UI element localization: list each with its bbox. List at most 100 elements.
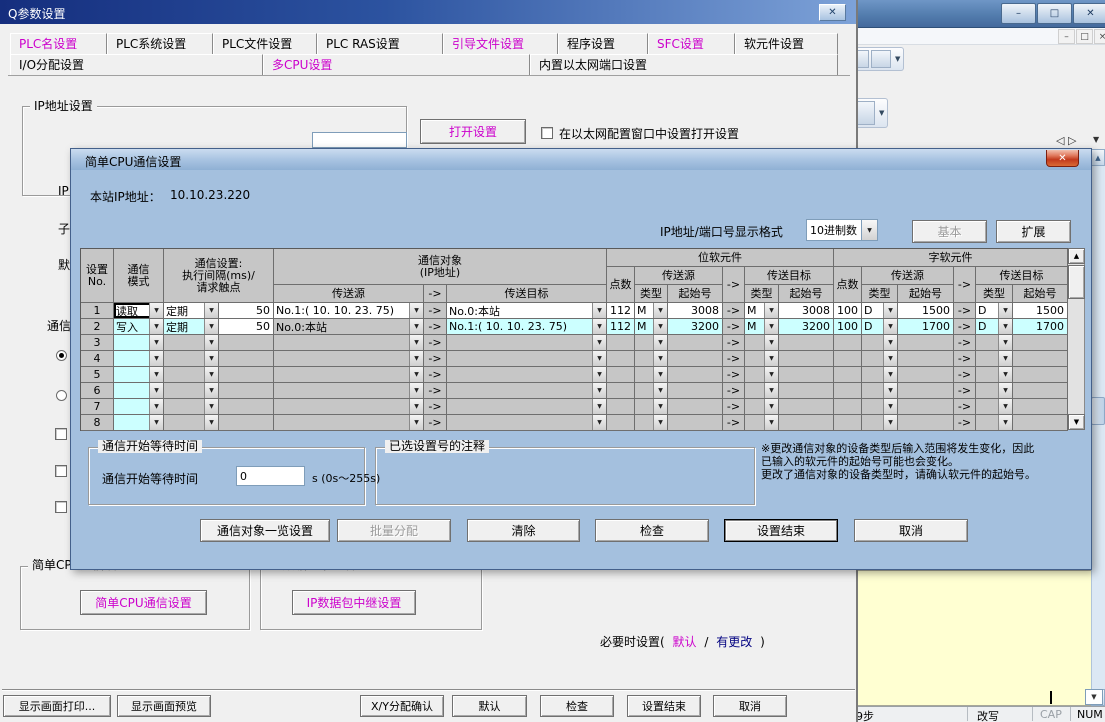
scrollbar-up-button[interactable]: ▲ bbox=[1091, 149, 1105, 166]
destination-select[interactable]: ▼ bbox=[447, 415, 607, 431]
display-format-select[interactable]: 10进制数 ▼ bbox=[806, 219, 878, 241]
tab-multi-cpu[interactable]: 多CPU设置 bbox=[263, 54, 530, 75]
destination-select[interactable]: ▼ bbox=[447, 383, 607, 399]
word-src-type-select[interactable]: ▼ bbox=[862, 399, 898, 415]
toolbar-icon[interactable] bbox=[871, 50, 891, 68]
wait-time-input[interactable]: 0 bbox=[236, 466, 305, 486]
source-select[interactable]: ▼ bbox=[274, 335, 424, 351]
destination-select[interactable]: ▼ bbox=[447, 351, 607, 367]
word-src-type-select[interactable]: D▼ bbox=[862, 303, 898, 319]
word-points-cell[interactable] bbox=[834, 367, 862, 383]
bit-dst-start-cell[interactable]: 3008 bbox=[779, 303, 834, 319]
word-src-type-select[interactable]: ▼ bbox=[862, 383, 898, 399]
word-dst-type-select[interactable]: ▼ bbox=[976, 399, 1013, 415]
end-setting-button[interactable]: 设置结束 bbox=[724, 519, 838, 542]
tab-plc-file[interactable]: PLC文件设置 bbox=[213, 33, 317, 54]
word-dst-type-select[interactable]: D▼ bbox=[976, 303, 1013, 319]
bit-points-cell[interactable]: 112 bbox=[607, 319, 635, 335]
table-scroll-down-button[interactable]: ▼ bbox=[1068, 414, 1085, 430]
exec-select[interactable]: ▼ bbox=[164, 399, 219, 415]
bit-src-start-cell[interactable] bbox=[668, 383, 723, 399]
radio-option-selected[interactable] bbox=[56, 350, 67, 361]
ip-input-fragment[interactable] bbox=[312, 132, 407, 148]
mdi-minimize-button[interactable]: – bbox=[1058, 29, 1075, 44]
word-src-start-cell[interactable] bbox=[898, 335, 954, 351]
source-select[interactable]: ▼ bbox=[274, 351, 424, 367]
word-dst-start-cell[interactable] bbox=[1013, 351, 1068, 367]
word-points-cell[interactable] bbox=[834, 335, 862, 351]
bit-points-cell[interactable] bbox=[607, 367, 635, 383]
source-select[interactable]: ▼ bbox=[274, 367, 424, 383]
minimize-button[interactable]: – bbox=[1001, 3, 1036, 24]
exec-select[interactable]: ▼ bbox=[164, 351, 219, 367]
bit-src-start-cell[interactable] bbox=[668, 351, 723, 367]
mode-select[interactable]: ▼ bbox=[114, 415, 164, 431]
tab-plc-system[interactable]: PLC系统设置 bbox=[107, 33, 213, 54]
clear-button[interactable]: 清除 bbox=[467, 519, 580, 542]
bit-dst-start-cell[interactable] bbox=[779, 351, 834, 367]
word-dst-start-cell[interactable] bbox=[1013, 367, 1068, 383]
mdi-close-button[interactable]: × bbox=[1094, 29, 1105, 44]
word-src-type-select[interactable]: ▼ bbox=[862, 415, 898, 431]
simple-cpu-comm-titlebar[interactable]: 简单CPU通信设置 bbox=[71, 149, 1091, 170]
bit-dst-type-select[interactable]: ▼ bbox=[745, 399, 779, 415]
mode-select[interactable]: 写入▼ bbox=[114, 319, 164, 335]
bit-src-start-cell[interactable] bbox=[668, 335, 723, 351]
bit-dst-start-cell[interactable] bbox=[779, 335, 834, 351]
bit-src-start-cell[interactable] bbox=[668, 415, 723, 431]
print-preview-button[interactable]: 显示画面预览 bbox=[117, 695, 211, 717]
bit-points-cell[interactable]: 112 bbox=[607, 303, 635, 319]
destination-select[interactable]: No.1:( 10. 10. 23. 75)▼ bbox=[447, 319, 607, 335]
bit-src-start-cell[interactable] bbox=[668, 399, 723, 415]
changed-link[interactable]: 有更改 bbox=[716, 635, 752, 649]
word-dst-type-select[interactable]: ▼ bbox=[976, 383, 1013, 399]
word-points-cell[interactable] bbox=[834, 383, 862, 399]
tab-io-assignment[interactable]: I/O分配设置 bbox=[10, 54, 263, 75]
word-dst-type-select[interactable]: D▼ bbox=[976, 319, 1013, 335]
option-checkbox[interactable] bbox=[55, 428, 67, 440]
check-button[interactable]: 检查 bbox=[540, 695, 614, 717]
mdi-restore-button[interactable]: □ bbox=[1076, 29, 1093, 44]
bit-src-start-cell[interactable]: 3200 bbox=[668, 319, 723, 335]
source-select[interactable]: No.0:本站▼ bbox=[274, 319, 424, 335]
cancel-button[interactable]: 取消 bbox=[854, 519, 968, 542]
word-src-start-cell[interactable]: 1500 bbox=[898, 303, 954, 319]
open-setting-checkbox[interactable] bbox=[541, 127, 553, 139]
scroll-right-icon[interactable]: ▷ bbox=[1068, 134, 1076, 147]
word-points-cell[interactable]: 100 bbox=[834, 319, 862, 335]
mode-select[interactable]: ▼ bbox=[114, 383, 164, 399]
interval-cell[interactable] bbox=[219, 399, 274, 415]
editor-dropdown-button[interactable]: ▼ bbox=[1085, 689, 1103, 705]
bit-dst-type-select[interactable]: ▼ bbox=[745, 383, 779, 399]
bit-dst-type-select[interactable]: ▼ bbox=[745, 335, 779, 351]
interval-cell[interactable]: 50 bbox=[219, 319, 274, 335]
tab-plc-ras[interactable]: PLC RAS设置 bbox=[317, 33, 443, 54]
word-points-cell[interactable]: 100 bbox=[834, 303, 862, 319]
word-points-cell[interactable] bbox=[834, 399, 862, 415]
word-src-start-cell[interactable] bbox=[898, 351, 954, 367]
default-link[interactable]: 默认 bbox=[673, 635, 697, 649]
source-select[interactable]: ▼ bbox=[274, 415, 424, 431]
mode-select[interactable]: 读取▼ bbox=[114, 303, 164, 319]
table-scroll-up-button[interactable]: ▲ bbox=[1068, 248, 1085, 264]
bit-dst-type-select[interactable]: ▼ bbox=[745, 415, 779, 431]
word-dst-type-select[interactable]: ▼ bbox=[976, 335, 1013, 351]
mode-select[interactable]: ▼ bbox=[114, 399, 164, 415]
default-button[interactable]: 默认 bbox=[452, 695, 527, 717]
q-parameter-titlebar[interactable]: Q参数设置 bbox=[0, 0, 856, 24]
tab-scroll-arrows[interactable]: ◁ ▷ bbox=[1056, 134, 1076, 147]
bit-points-cell[interactable] bbox=[607, 383, 635, 399]
interval-cell[interactable] bbox=[219, 383, 274, 399]
bit-dst-start-cell[interactable] bbox=[779, 367, 834, 383]
word-dst-start-cell[interactable] bbox=[1013, 415, 1068, 431]
word-src-type-select[interactable]: ▼ bbox=[862, 351, 898, 367]
bit-dst-start-cell[interactable]: 3200 bbox=[779, 319, 834, 335]
bit-dst-type-select[interactable]: M▼ bbox=[745, 319, 779, 335]
maximize-button[interactable]: □ bbox=[1037, 3, 1072, 24]
word-dst-type-select[interactable]: ▼ bbox=[976, 367, 1013, 383]
word-src-type-select[interactable]: ▼ bbox=[862, 335, 898, 351]
editor-vertical-scrollbar[interactable] bbox=[1091, 149, 1105, 706]
word-src-start-cell[interactable] bbox=[898, 367, 954, 383]
exec-select[interactable]: ▼ bbox=[164, 367, 219, 383]
mode-select[interactable]: ▼ bbox=[114, 367, 164, 383]
